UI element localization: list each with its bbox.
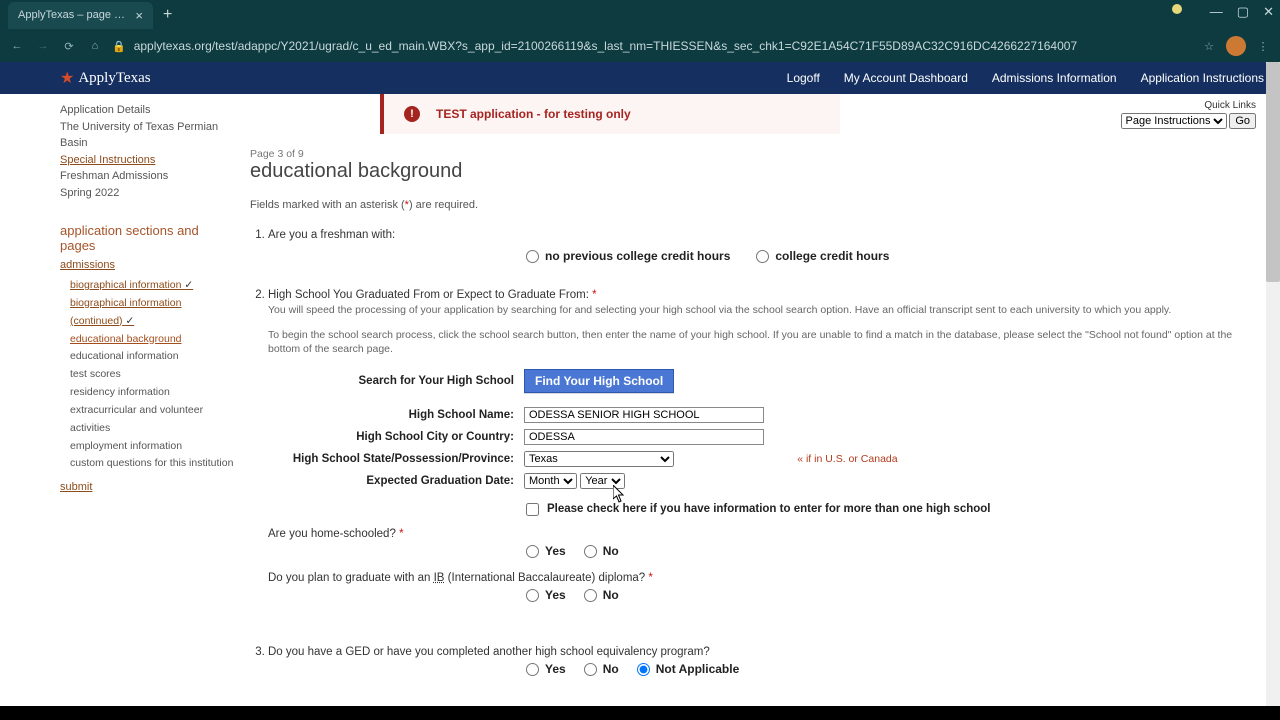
ib-no[interactable]: No bbox=[584, 588, 619, 602]
home-button[interactable]: ⌂ bbox=[86, 37, 104, 55]
alert-icon: ! bbox=[404, 106, 420, 122]
nav-edu-info[interactable]: educational information bbox=[70, 348, 234, 366]
question-3: Do you have a GED or have you completed … bbox=[268, 646, 1260, 676]
dashboard-link[interactable]: My Account Dashboard bbox=[844, 71, 968, 85]
home-no-radio[interactable] bbox=[584, 545, 597, 558]
bottom-bar bbox=[0, 706, 1280, 720]
nav-bio-cont[interactable]: biographical information (continued) ✓ bbox=[70, 295, 234, 331]
hs-state-select[interactable]: Texas bbox=[524, 451, 674, 467]
grad-year-select[interactable]: Year bbox=[580, 473, 625, 489]
hs-city-input[interactable] bbox=[524, 429, 764, 445]
quick-links-select[interactable]: Page Instructions bbox=[1121, 113, 1227, 129]
address-bar[interactable]: applytexas.org/test/adappc/Y2021/ugrad/c… bbox=[134, 39, 1192, 53]
reload-button[interactable]: ⟳ bbox=[60, 37, 78, 55]
more-schools-checkbox[interactable] bbox=[526, 503, 539, 516]
hs-name-input[interactable] bbox=[524, 407, 764, 423]
app-instructions-link[interactable]: Application Instructions bbox=[1141, 71, 1264, 85]
ged-no-radio[interactable] bbox=[584, 663, 597, 676]
question-1: Are you a freshman with: no previous col… bbox=[268, 229, 1260, 263]
nav-residency[interactable]: residency information bbox=[70, 384, 234, 402]
search-label: Search for Your High School bbox=[270, 367, 518, 395]
ib-no-radio[interactable] bbox=[584, 589, 597, 602]
alert-banner: ! TEST application - for testing only bbox=[380, 94, 840, 134]
sections-heading: application sections and pages bbox=[60, 223, 234, 253]
home-yes[interactable]: Yes bbox=[526, 544, 566, 558]
brand-logo[interactable]: ★ ApplyTexas bbox=[60, 68, 151, 88]
q1-radio-b[interactable] bbox=[756, 250, 769, 263]
ib-label: Do you plan to graduate with an IB (Inte… bbox=[268, 572, 653, 584]
nav-extracurricular[interactable]: extracurricular and volunteer activities bbox=[70, 402, 234, 438]
app-details-heading: Application Details bbox=[60, 102, 234, 119]
back-button[interactable]: ← bbox=[8, 37, 26, 55]
lock-icon: 🔒 bbox=[112, 40, 126, 53]
special-instructions-link[interactable]: Special Instructions bbox=[60, 154, 155, 166]
close-tab-icon[interactable]: × bbox=[135, 8, 143, 23]
star-icon: ★ bbox=[60, 68, 74, 88]
browser-tab[interactable]: ApplyTexas – page 3 educational × bbox=[8, 2, 153, 29]
university-name: The University of Texas Permian Basin bbox=[60, 119, 234, 152]
scrollbar-thumb[interactable] bbox=[1266, 62, 1280, 282]
more-schools-label: Please check here if you have informatio… bbox=[547, 503, 990, 516]
q2-subtext-1: You will speed the processing of your ap… bbox=[268, 303, 1260, 318]
find-school-button[interactable]: Find Your High School bbox=[524, 369, 674, 393]
ged-yes-radio[interactable] bbox=[526, 663, 539, 676]
menu-icon[interactable]: ⋮ bbox=[1254, 37, 1272, 55]
question-2: High School You Graduated From or Expect… bbox=[268, 289, 1260, 602]
grad-month-select[interactable]: Month bbox=[524, 473, 577, 489]
close-window-button[interactable]: ✕ bbox=[1263, 4, 1274, 20]
program-name: Freshman Admissions bbox=[60, 168, 234, 185]
minimize-button[interactable]: — bbox=[1210, 4, 1223, 20]
q1-radio-a[interactable] bbox=[526, 250, 539, 263]
profile-avatar[interactable] bbox=[1226, 36, 1246, 56]
home-yes-radio[interactable] bbox=[526, 545, 539, 558]
hs-state-label: High School State/Possession/Province: bbox=[270, 449, 518, 469]
nav-bio[interactable]: biographical information ✓ bbox=[70, 277, 234, 295]
logoff-link[interactable]: Logoff bbox=[787, 71, 820, 85]
page-counter: Page 3 of 9 bbox=[250, 148, 1260, 160]
admissions-section-link[interactable]: admissions bbox=[60, 259, 234, 271]
page-title: educational background bbox=[250, 160, 1260, 183]
hs-name-label: High School Name: bbox=[270, 405, 518, 425]
q1-opt-b[interactable]: college credit hours bbox=[756, 249, 889, 263]
q1-opt-a[interactable]: no previous college credit hours bbox=[526, 249, 730, 263]
ged-yes[interactable]: Yes bbox=[526, 662, 566, 676]
forward-button[interactable]: → bbox=[34, 37, 52, 55]
hs-city-label: High School City or Country: bbox=[270, 427, 518, 447]
ib-yes[interactable]: Yes bbox=[526, 588, 566, 602]
required-hint: Fields marked with an asterisk (*) are r… bbox=[250, 199, 1260, 211]
ged-no[interactable]: No bbox=[584, 662, 619, 676]
home-no[interactable]: No bbox=[584, 544, 619, 558]
admissions-info-link[interactable]: Admissions Information bbox=[992, 71, 1117, 85]
quick-links-go[interactable]: Go bbox=[1229, 113, 1256, 129]
bookmark-icon[interactable]: ☆ bbox=[1200, 37, 1218, 55]
nav-test-scores[interactable]: test scores bbox=[70, 366, 234, 384]
check-icon: ✓ bbox=[125, 315, 134, 327]
nav-edu-bg[interactable]: educational background bbox=[70, 331, 234, 349]
brand-text: ApplyTexas bbox=[78, 70, 150, 87]
ged-na-radio[interactable] bbox=[637, 663, 650, 676]
state-hint: « if in U.S. or Canada bbox=[797, 453, 897, 465]
record-indicator bbox=[1172, 4, 1182, 14]
tab-title: ApplyTexas – page 3 educational bbox=[18, 9, 127, 21]
vertical-scrollbar[interactable] bbox=[1266, 62, 1280, 706]
ib-yes-radio[interactable] bbox=[526, 589, 539, 602]
alert-text: TEST application - for testing only bbox=[436, 107, 631, 121]
check-icon: ✓ bbox=[184, 279, 193, 291]
ged-na[interactable]: Not Applicable bbox=[637, 662, 740, 676]
nav-employment[interactable]: employment information bbox=[70, 438, 234, 456]
submit-section-link[interactable]: submit bbox=[60, 481, 234, 493]
q2-subtext-2: To begin the school search process, clic… bbox=[268, 328, 1260, 357]
nav-custom[interactable]: custom questions for this institution bbox=[70, 455, 234, 473]
term-name: Spring 2022 bbox=[60, 185, 234, 202]
new-tab-button[interactable]: + bbox=[163, 6, 172, 24]
home-schooled-label: Are you home-schooled? * bbox=[268, 528, 404, 540]
quick-links-label: Quick Links bbox=[1121, 100, 1256, 111]
maximize-button[interactable]: ▢ bbox=[1237, 4, 1249, 20]
grad-date-label: Expected Graduation Date: bbox=[270, 471, 518, 491]
